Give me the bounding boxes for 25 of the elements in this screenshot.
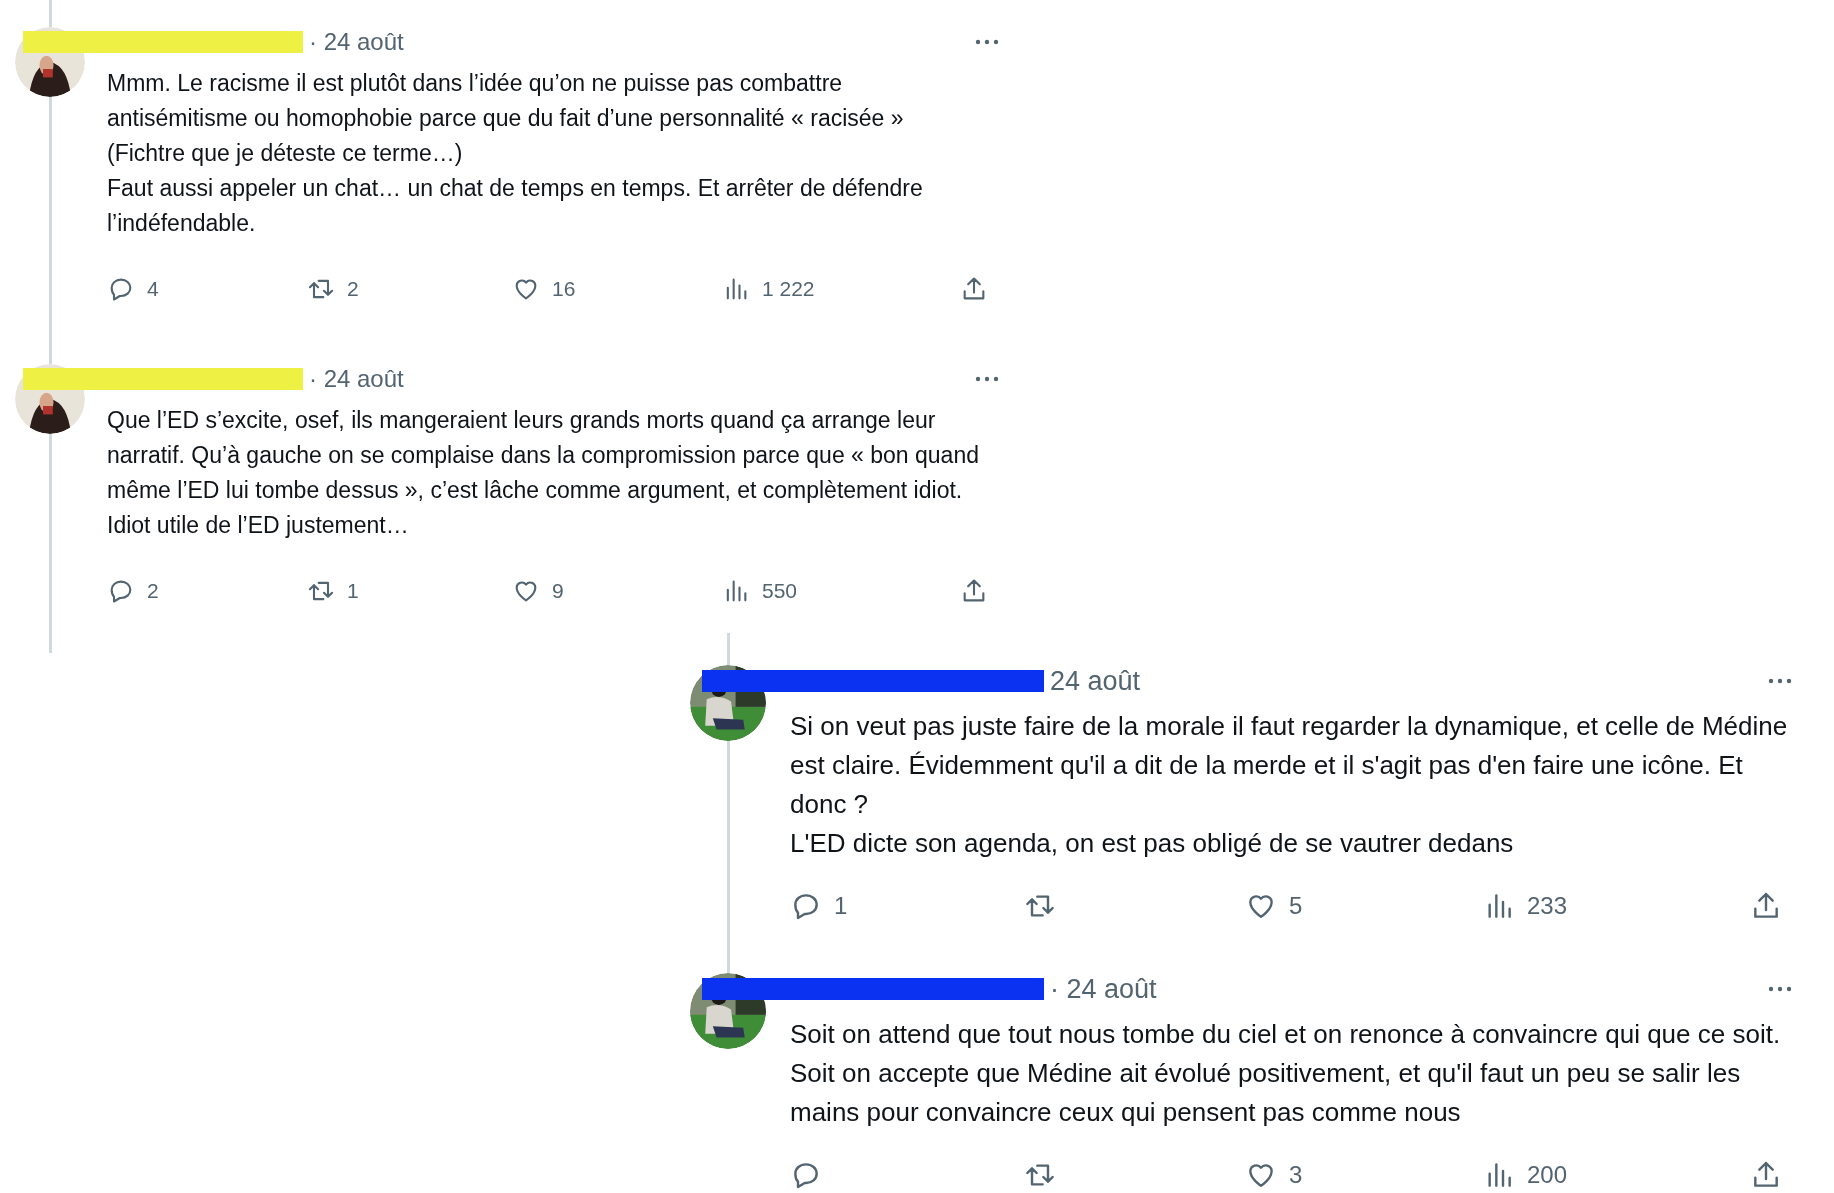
tweet-date[interactable]: 24 août	[1050, 665, 1141, 697]
action-count: 4	[147, 277, 159, 301]
action-count: 1	[347, 579, 359, 603]
action-count: 1	[834, 892, 848, 920]
tweet-text: Mmm. Le racisme il est plutôt dans l’idée qu’on ne puisse pas combattre antisémitisme ou homophobie parce que du fait d’une personnalité « racisée » (Fichtre que je déteste ce terme…) Faut aussi appeler un chat… un chat de temps en temps. Et arrêter de défendre l’indéfendable.	[107, 69, 924, 238]
action-count: 2	[347, 277, 359, 301]
tweet-text: Si on veut pas juste faire de la morale il faut regarder la dynamique, et celle de Médine est claire. Évidemment qu'il a dit de la merde et il s'agit pas d'en faire une icône. Et donc ? L'ED dicte son agenda, on est pas obligé de se vautrer dedans	[790, 710, 1789, 860]
action-count: 2	[147, 579, 159, 603]
action-count: 5	[1289, 892, 1303, 920]
action-count: 200	[1527, 1161, 1568, 1189]
action-count: 9	[552, 579, 564, 603]
more-icon[interactable]	[1768, 678, 1792, 684]
action-count: 16	[552, 277, 576, 301]
more-icon[interactable]	[975, 376, 999, 382]
action-count: 1 222	[762, 277, 815, 301]
tweet-text: Soit on attend que tout nous tombe du ciel et on renonce à convaincre qui que ce soit. Soit on accepte que Médine ait évolué positivement, et qu'il faut un peu se salir les mains pour convaincre ceux qui pensent pas comme nous	[790, 1018, 1782, 1129]
tweet-text: Que l’ED s’excite, osef, ils mangeraient leurs grands morts quand ça arrange leur narratif. Qu’à gauche on se complaise dans la compromission parce que « bon quand même l’ED lui tombe dessus », c’est lâche comme argument, et complètement idiot. Idiot utile de l’ED justement…	[107, 406, 980, 540]
more-icon[interactable]	[975, 39, 999, 45]
action-count: 233	[1527, 892, 1568, 920]
action-count: 550	[762, 579, 798, 603]
tweet-date[interactable]: · 24 août	[309, 28, 404, 56]
tweet-date[interactable]: · 24 août	[1050, 973, 1157, 1005]
more-icon[interactable]	[1768, 986, 1792, 992]
tweet-date[interactable]: · 24 août	[309, 365, 404, 393]
action-count: 3	[1289, 1161, 1303, 1189]
